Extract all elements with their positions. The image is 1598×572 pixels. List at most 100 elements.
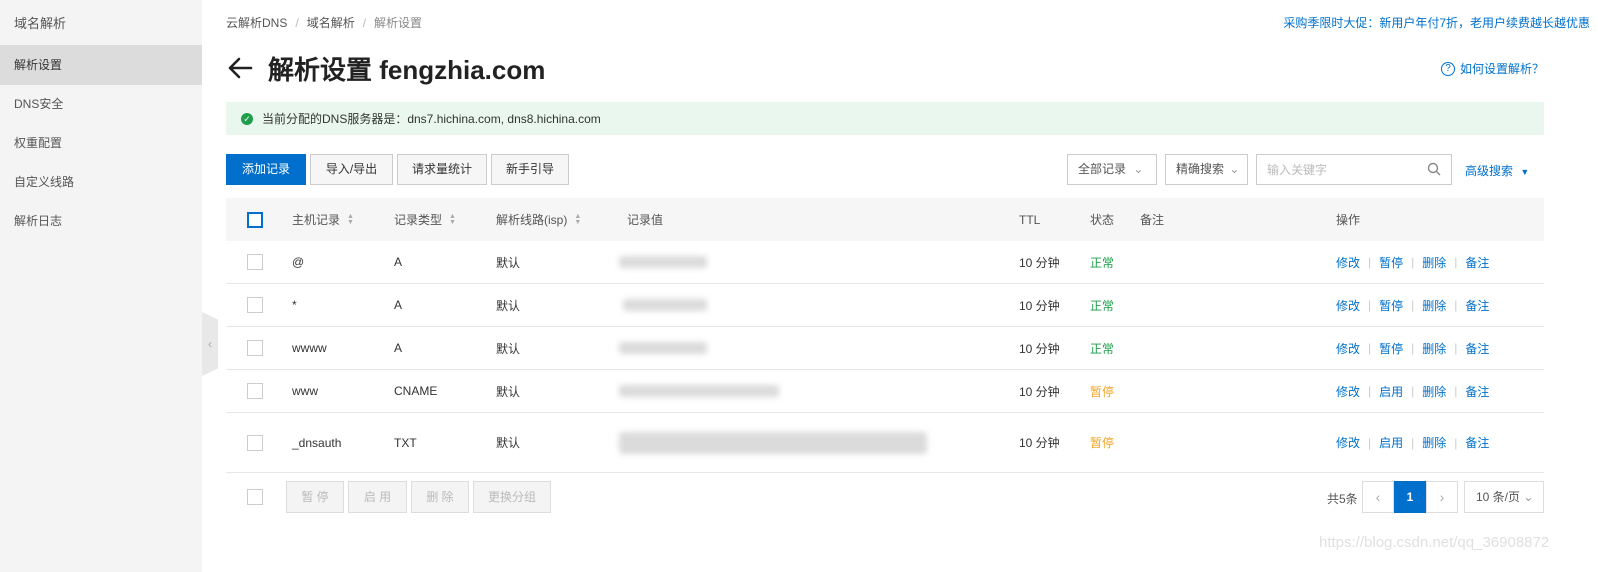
toggle-status-link[interactable]: 启用 [1379,434,1403,451]
page-size-select[interactable]: 10 条/页 ⌄ [1464,481,1544,513]
sort-icon: ▲ ▼ [574,212,582,226]
bulk-delete-button[interactable]: 删 除 [411,481,469,513]
help-link[interactable]: ? 如何设置解析？ [1440,60,1544,77]
edit-link[interactable]: 修改 [1336,383,1360,400]
breadcrumb-item[interactable]: 云解析DNS [226,16,287,30]
row-actions: 修改 | 启用 | 删除 | 备注 [1336,434,1490,451]
remark-link[interactable]: 备注 [1465,340,1489,357]
caret-down-icon: ▼ [1520,167,1530,177]
table-row: * A 默认 10 分钟 正常 修改 | 暂停 | 删除 | 备注 [226,284,1544,327]
delete-link[interactable]: 删除 [1422,297,1446,314]
import-export-button[interactable]: 导入/导出 [310,154,393,185]
bulk-pause-button[interactable]: 暂 停 [286,481,344,513]
help-link-label: 如何设置解析？ [1459,62,1544,76]
chevron-left-icon: ‹ [208,337,212,351]
record-filter-dropdown[interactable]: 全部记录 ⌄ [1067,154,1157,185]
column-header-status: 状态 [1090,213,1115,227]
chevron-down-icon: ⌄ [1523,490,1534,504]
toggle-status-link[interactable]: 暂停 [1379,297,1403,314]
request-stats-button[interactable]: 请求量统计 [397,154,487,185]
delete-link[interactable]: 删除 [1422,383,1446,400]
page-header: 解析设置 fengzhia.com [226,48,545,88]
edit-link[interactable]: 修改 [1336,340,1360,357]
sidebar-collapse-handle[interactable]: ‹ [202,312,218,376]
sidebar-item-dns-security[interactable]: DNS安全 [0,84,202,124]
delete-link[interactable]: 删除 [1422,340,1446,357]
table-header: 主机记录 ▲ ▼ 记录类型 ▲ ▼ 解析线路(isp) ▲ ▼ 记录值 TTL 状态 备注 … [226,198,1544,241]
beginner-guide-button[interactable]: 新手引导 [491,154,569,185]
cell-line: 默认 [496,436,521,450]
status-badge: 暂停 [1090,384,1115,399]
cell-ttl: 10 分钟 [1019,384,1060,399]
remark-link[interactable]: 备注 [1465,434,1489,451]
prev-page-button[interactable]: ‹ [1362,481,1394,513]
cell-line: 默认 [496,298,521,313]
row-checkbox[interactable] [247,254,263,270]
add-record-button[interactable]: 添加记录 [226,154,306,185]
select-all-checkbox[interactable] [247,211,263,228]
sidebar-item-resolve-settings[interactable]: 解析设置 [0,45,202,85]
table-row: www CNAME 默认 10 分钟 暂停 修改 | 启用 | 删除 | 备注 [226,370,1544,413]
search-input[interactable] [1257,155,1417,184]
breadcrumb: 云解析DNS / 域名解析 / 解析设置 [226,16,423,30]
bulk-enable-button[interactable]: 启 用 [348,481,407,513]
column-header-type[interactable]: 记录类型 ▲ ▼ [394,198,456,241]
cell-line: 默认 [496,255,521,270]
promo-link[interactable]: 采购季限时大促：新用户年付7折，老用户续费越长越优惠 [1283,14,1590,31]
record-value-redacted [619,342,707,354]
record-value-redacted [619,256,707,268]
edit-link[interactable]: 修改 [1336,434,1360,451]
delete-link[interactable]: 删除 [1422,254,1446,271]
cell-ttl: 10 分钟 [1019,341,1060,356]
dns-notice-text: 当前分配的DNS服务器是：dns7.hichina.com, dns8.hich… [262,112,601,126]
back-arrow-icon[interactable] [226,54,254,82]
dns-server-notice: ✓ 当前分配的DNS服务器是：dns7.hichina.com, dns8.hi… [226,102,1544,135]
row-checkbox[interactable] [247,340,263,356]
edit-link[interactable]: 修改 [1336,297,1360,314]
cell-line: 默认 [496,384,521,399]
cell-ttl: 10 分钟 [1019,436,1060,450]
delete-link[interactable]: 删除 [1422,434,1446,451]
table-footer: 暂 停 启 用 删 除 更换分组 共5条 ‹ 1 › 10 条/页 ⌄ [226,481,1544,513]
row-checkbox[interactable] [247,297,263,313]
sidebar-item-weight-config[interactable]: 权重配置 [0,123,202,163]
row-actions: 修改 | 暂停 | 删除 | 备注 [1336,340,1490,357]
column-header-remark: 备注 [1140,213,1165,227]
page-number-current[interactable]: 1 [1394,481,1426,513]
search-mode-dropdown[interactable]: 精确搜索 ⌄ [1165,154,1248,185]
record-value-redacted [619,385,779,397]
advanced-search-link[interactable]: 高级搜索 ▼ [1465,162,1529,179]
cell-type: A [394,255,403,269]
remark-link[interactable]: 备注 [1465,383,1489,400]
question-icon: ? [1440,61,1455,76]
toggle-status-link[interactable]: 启用 [1379,383,1403,400]
sidebar-item-custom-line[interactable]: 自定义线路 [0,162,202,202]
column-header-line[interactable]: 解析线路(isp) ▲ ▼ [496,198,581,241]
sort-icon: ▲ ▼ [347,212,354,226]
row-checkbox[interactable] [247,434,263,451]
sidebar-item-resolve-log[interactable]: 解析日志 [0,201,202,241]
advanced-search-label: 高级搜索 [1465,164,1514,178]
cell-type: CNAME [394,384,438,398]
remark-link[interactable]: 备注 [1465,297,1489,314]
column-header-host[interactable]: 主机记录 ▲ ▼ [292,198,354,241]
toggle-status-link[interactable]: 暂停 [1379,254,1403,271]
breadcrumb-item: 解析设置 [374,16,423,30]
edit-link[interactable]: 修改 [1336,254,1360,271]
bulk-select-checkbox[interactable] [247,489,263,505]
records-table: 主机记录 ▲ ▼ 记录类型 ▲ ▼ 解析线路(isp) ▲ ▼ 记录值 TTL 状态 备注 … [226,198,1544,473]
bulk-change-group-button[interactable]: 更换分组 [473,481,551,513]
check-circle-icon: ✓ [241,112,253,125]
remark-link[interactable]: 备注 [1465,254,1489,271]
sidebar-title: 域名解析 [14,16,67,31]
column-header-value: 记录值 [627,213,664,227]
toggle-status-link[interactable]: 暂停 [1379,340,1403,357]
search-icon[interactable] [1427,162,1441,176]
search-box [1256,154,1452,185]
breadcrumb-item[interactable]: 域名解析 [307,16,355,30]
cell-type: A [394,298,403,312]
row-checkbox[interactable] [247,383,263,399]
next-page-button[interactable]: › [1426,481,1458,513]
cell-ttl: 10 分钟 [1019,298,1060,313]
cell-line: 默认 [496,341,521,356]
